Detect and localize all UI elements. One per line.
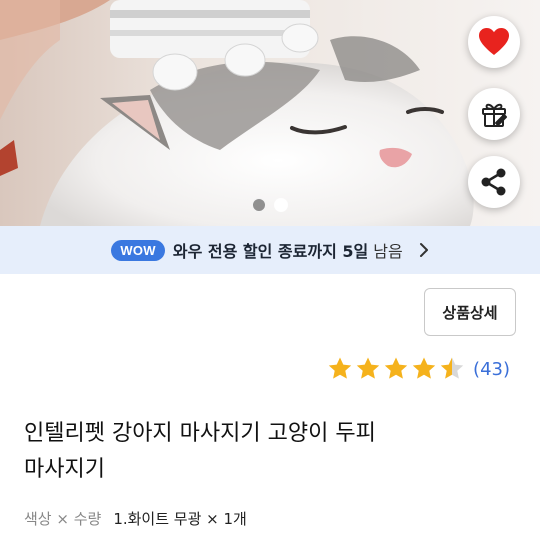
wow-discount-text: 와우 전용 할인 종료까지 5일: [172, 242, 369, 261]
carousel-indicator: [0, 198, 540, 212]
product-title-line-1: 인텔리펫 강아지 마사지기 고양이 두피: [24, 421, 376, 446]
gift-icon: [482, 103, 507, 127]
option-value: 1.화이트 무광 × 1개: [113, 510, 247, 528]
star-icon: [440, 357, 464, 379]
wow-remaining-text: 남음: [373, 242, 403, 261]
product-title-line-2: 마사지기: [24, 457, 105, 482]
product-title: 인텔리펫 강아지 마사지기 고양이 두피 마사지기: [24, 416, 484, 488]
wishlist-button[interactable]: [468, 16, 520, 68]
share-button[interactable]: [468, 156, 520, 208]
heart-icon: [479, 28, 509, 55]
wow-discount-banner[interactable]: WOW 와우 전용 할인 종료까지 5일 남음: [0, 226, 540, 274]
carousel-dot-2[interactable]: [274, 198, 288, 212]
wow-badge: WOW: [111, 239, 165, 261]
star-icon: [384, 357, 408, 379]
product-detail-button[interactable]: 상품상세: [424, 288, 516, 336]
share-icon: [481, 168, 506, 196]
rating-stars: [327, 356, 465, 382]
chevron-right-icon: [419, 242, 429, 258]
product-rating[interactable]: (43): [327, 356, 510, 382]
review-count-link[interactable]: (43): [473, 359, 510, 380]
star-icon: [328, 357, 352, 379]
product-photo-cat-massager: [0, 0, 540, 226]
gift-button[interactable]: [468, 88, 520, 140]
carousel-dot-1[interactable]: [252, 198, 266, 212]
selected-option: 색상 × 수량 1.화이트 무광 × 1개: [24, 508, 247, 529]
option-label: 색상 × 수량: [24, 510, 102, 528]
product-image-carousel[interactable]: [0, 0, 540, 226]
star-icon: [356, 357, 380, 379]
star-icon: [412, 357, 436, 379]
